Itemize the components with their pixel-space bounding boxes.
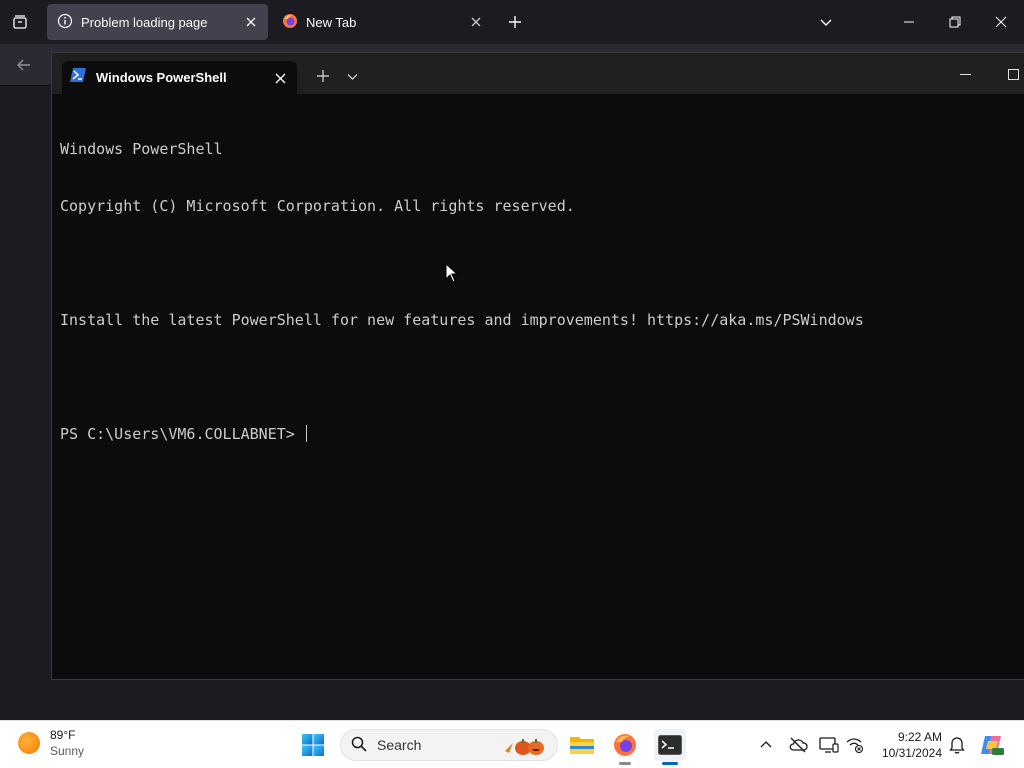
running-indicator <box>619 762 631 765</box>
tab-title: New Tab <box>306 14 357 30</box>
cloud-offline-icon[interactable] <box>782 729 814 761</box>
firefox-taskbar-icon[interactable] <box>609 729 641 765</box>
browser-tab-problem-loading[interactable]: Problem loading page <box>47 4 268 40</box>
close-tab-icon[interactable] <box>242 13 260 31</box>
weather-temperature: 89°F <box>50 728 76 742</box>
halloween-pumpkin-icon <box>503 733 549 760</box>
show-hidden-icons-chevron-up-icon[interactable] <box>750 729 782 761</box>
browser-tab-new-tab[interactable]: New Tab <box>272 4 493 40</box>
prompt-line: PS C:\Users\VM6.COLLABNET> <box>60 425 1020 444</box>
text-cursor <box>305 425 307 442</box>
copilot-icon[interactable] <box>976 729 1008 761</box>
terminal-title-bar[interactable]: Windows PowerShell <box>52 53 1024 94</box>
list-all-tabs-icon[interactable] <box>8 10 32 34</box>
weather-widget[interactable]: 89°F Sunny <box>18 727 84 759</box>
taskbar: 89°F Sunny Search 9:22 AM 10/31/2024 <box>0 720 1024 768</box>
console-line: Install the latest PowerShell for new fe… <box>60 311 864 329</box>
search-label: Search <box>377 737 422 753</box>
back-arrow-icon[interactable] <box>12 53 36 77</box>
terminal-maximize-button[interactable] <box>996 63 1024 85</box>
powershell-icon <box>70 68 86 87</box>
clock-time: 9:22 AM <box>897 730 942 744</box>
chevron-down-icon[interactable] <box>343 67 361 85</box>
info-icon <box>57 13 73 32</box>
minimize-window-button[interactable] <box>886 0 932 44</box>
file-explorer-icon[interactable] <box>566 729 598 761</box>
taskbar-search-box[interactable]: Search <box>340 729 558 761</box>
weather-condition: Sunny <box>50 744 85 758</box>
restore-window-button[interactable] <box>932 0 978 44</box>
console-line: Windows PowerShell <box>60 140 223 158</box>
command-prompt: PS C:\Users\VM6.COLLABNET> <box>60 425 304 443</box>
mouse-pointer-icon <box>445 262 459 288</box>
terminal-window: Windows PowerShell Windows PowerShell Co… <box>51 52 1024 680</box>
terminal-taskbar-icon[interactable] <box>654 729 686 765</box>
terminal-console[interactable]: Windows PowerShell Copyright (C) Microso… <box>60 102 1020 672</box>
sun-icon <box>18 732 40 754</box>
chevron-down-icon[interactable] <box>814 10 838 34</box>
firefox-icon <box>282 13 298 32</box>
terminal-tab-title: Windows PowerShell <box>96 70 227 85</box>
running-indicator <box>662 762 678 765</box>
close-tab-icon[interactable] <box>467 13 485 31</box>
clock-date: 10/31/2024 <box>881 746 942 760</box>
new-terminal-tab-button[interactable] <box>314 67 332 85</box>
browser-tab-bar: Problem loading page New Tab <box>0 0 1024 44</box>
console-line: Copyright (C) Microsoft Corporation. All… <box>60 197 575 215</box>
terminal-minimize-button[interactable] <box>948 63 982 85</box>
windows-start-icon[interactable] <box>297 729 329 761</box>
notification-bell-icon[interactable] <box>941 729 973 761</box>
tab-title: Problem loading page <box>81 14 208 30</box>
close-icon[interactable] <box>271 69 289 87</box>
terminal-tab[interactable]: Windows PowerShell <box>62 61 297 94</box>
close-window-button[interactable] <box>978 0 1024 44</box>
taskbar-clock[interactable]: 9:22 AM 10/31/2024 <box>874 729 942 761</box>
network-disconnected-icon[interactable] <box>839 729 871 761</box>
new-tab-button[interactable] <box>503 10 527 34</box>
search-icon <box>351 736 367 755</box>
